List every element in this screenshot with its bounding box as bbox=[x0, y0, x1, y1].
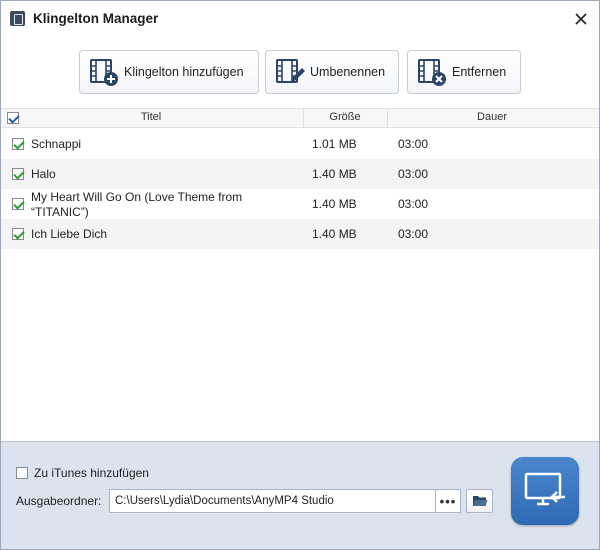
output-panel: Zu iTunes hinzufügen Ausgabeordner: ••• bbox=[1, 441, 599, 549]
film-remove-icon bbox=[418, 59, 446, 86]
add-ringtone-button[interactable]: Klingelton hinzufügen bbox=[79, 50, 259, 94]
row-duration: 03:00 bbox=[398, 137, 429, 151]
itunes-checkbox[interactable] bbox=[16, 467, 28, 479]
row-size: 1.40 MB bbox=[312, 167, 357, 181]
browse-button[interactable]: ••• bbox=[435, 489, 461, 513]
table-row[interactable]: Halo 1.40 MB 03:00 bbox=[1, 159, 599, 189]
klingelton-manager-window: Klingelton Manager Klingelton hinzufügen bbox=[0, 0, 600, 550]
open-folder-button[interactable] bbox=[466, 489, 493, 513]
window-title: Klingelton Manager bbox=[33, 11, 159, 26]
film-edit-icon bbox=[276, 59, 305, 83]
remove-label: Entfernen bbox=[452, 65, 507, 79]
column-header-title: Titel bbox=[140, 111, 162, 123]
row-title-line2: “TITANIC”) bbox=[31, 205, 89, 219]
output-folder-input[interactable] bbox=[109, 489, 436, 513]
export-to-device-icon bbox=[524, 472, 565, 506]
export-to-device-button[interactable] bbox=[511, 457, 579, 525]
row-checkbox[interactable] bbox=[12, 138, 24, 150]
row-duration: 03:00 bbox=[398, 167, 429, 181]
close-button[interactable] bbox=[569, 7, 593, 31]
toolbar: Klingelton hinzufügen Umbenennen Entfern… bbox=[1, 36, 599, 108]
output-folder-label: Ausgabeordner: bbox=[16, 494, 102, 508]
row-duration: 03:00 bbox=[398, 197, 429, 211]
row-checkbox[interactable] bbox=[12, 198, 24, 210]
folder-open-icon bbox=[472, 496, 487, 506]
ringtone-table: Titel Größe Dauer Schnappi 1.01 MB 03:00… bbox=[1, 108, 599, 441]
row-checkbox[interactable] bbox=[12, 228, 24, 240]
title-bar: Klingelton Manager bbox=[1, 1, 599, 36]
itunes-label: Zu iTunes hinzufügen bbox=[34, 466, 149, 480]
row-duration: 03:00 bbox=[398, 227, 429, 241]
row-title-line1: My Heart Will Go On (Love Theme from bbox=[31, 190, 243, 204]
close-icon bbox=[575, 13, 587, 25]
column-header-size: Größe bbox=[329, 111, 361, 123]
table-row[interactable]: My Heart Will Go On (Love Theme from “TI… bbox=[1, 189, 599, 219]
table-header: Titel Größe Dauer bbox=[1, 108, 599, 128]
app-icon bbox=[10, 11, 25, 26]
film-add-icon bbox=[90, 59, 118, 86]
rename-button[interactable]: Umbenennen bbox=[265, 50, 399, 94]
row-size: 1.01 MB bbox=[312, 137, 357, 151]
row-checkbox[interactable] bbox=[12, 168, 24, 180]
row-size: 1.40 MB bbox=[312, 227, 357, 241]
row-title: Schnappi bbox=[31, 137, 82, 151]
row-title: Halo bbox=[31, 167, 56, 181]
rename-label: Umbenennen bbox=[310, 65, 386, 79]
remove-button[interactable]: Entfernen bbox=[407, 50, 521, 94]
table-row[interactable]: Schnappi 1.01 MB 03:00 bbox=[1, 129, 599, 159]
row-title: Ich Liebe Dich bbox=[31, 227, 108, 241]
column-header-duration: Dauer bbox=[477, 111, 507, 123]
add-ringtone-label: Klingelton hinzufügen bbox=[124, 65, 244, 79]
table-row[interactable]: Ich Liebe Dich 1.40 MB 03:00 bbox=[1, 219, 599, 249]
row-size: 1.40 MB bbox=[312, 197, 357, 211]
